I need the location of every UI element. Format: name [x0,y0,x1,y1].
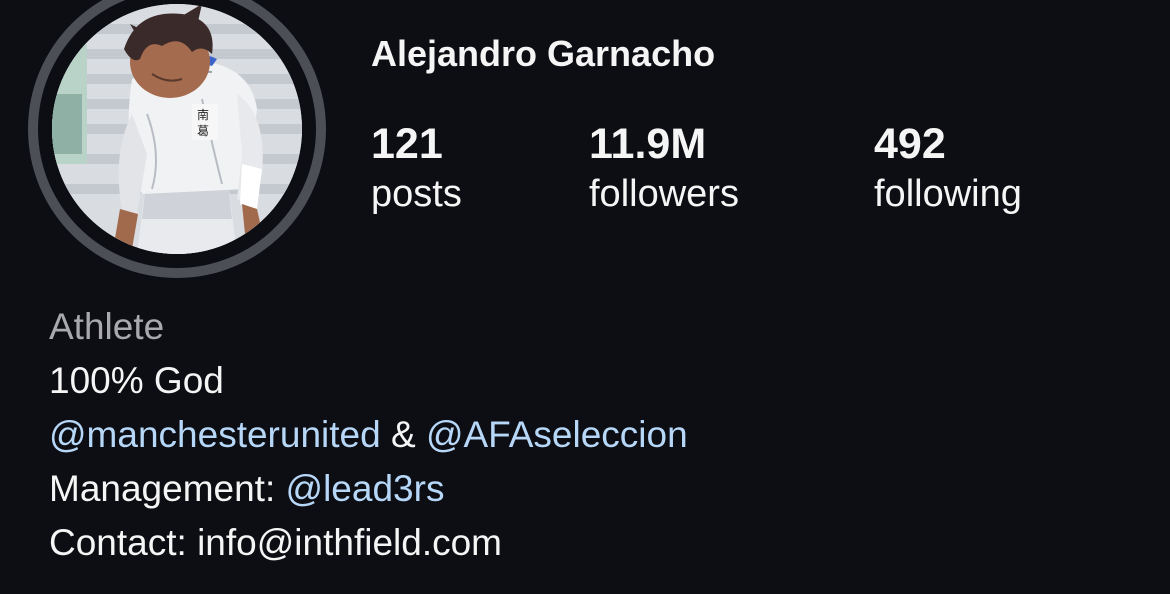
following-stat[interactable]: 492 following [874,118,1022,218]
avatar[interactable]: 南 葛 [52,4,302,254]
mention-separator: & [380,414,426,455]
svg-text:葛: 葛 [197,124,209,138]
posts-label: posts [371,173,462,215]
avatar-image: 南 葛 [52,4,302,254]
followers-label: followers [589,173,739,215]
bio: Athlete 100% God @manchesterunited & @AF… [49,300,688,570]
profile-name: Alejandro Garnacho [371,33,716,74]
following-count: 492 [874,120,946,168]
following-label: following [874,173,1022,215]
profile-category: Athlete [49,306,165,347]
svg-text:南: 南 [197,107,209,122]
story-ring[interactable]: 南 葛 [28,0,326,278]
bio-line-1: 100% God [49,360,224,401]
posts-count: 121 [371,120,443,168]
bio-contact: Contact: info@inthfield.com [49,522,502,563]
management-prefix: Management: [49,468,286,509]
mention-lead3rs-link[interactable]: @lead3rs [286,468,445,509]
followers-count: 11.9M [589,120,707,168]
posts-stat[interactable]: 121 posts [371,118,462,218]
mention-manchesterunited-link[interactable]: @manchesterunited [49,414,381,455]
followers-stat[interactable]: 11.9M followers [589,118,739,218]
mention-afaseleccion-link[interactable]: @AFAseleccion [426,414,688,455]
avatar-gap: 南 葛 [38,0,316,268]
bio-line-mentions: @manchesterunited & @AFAseleccion [49,408,688,462]
bio-line-management: Management: @lead3rs [49,462,688,516]
